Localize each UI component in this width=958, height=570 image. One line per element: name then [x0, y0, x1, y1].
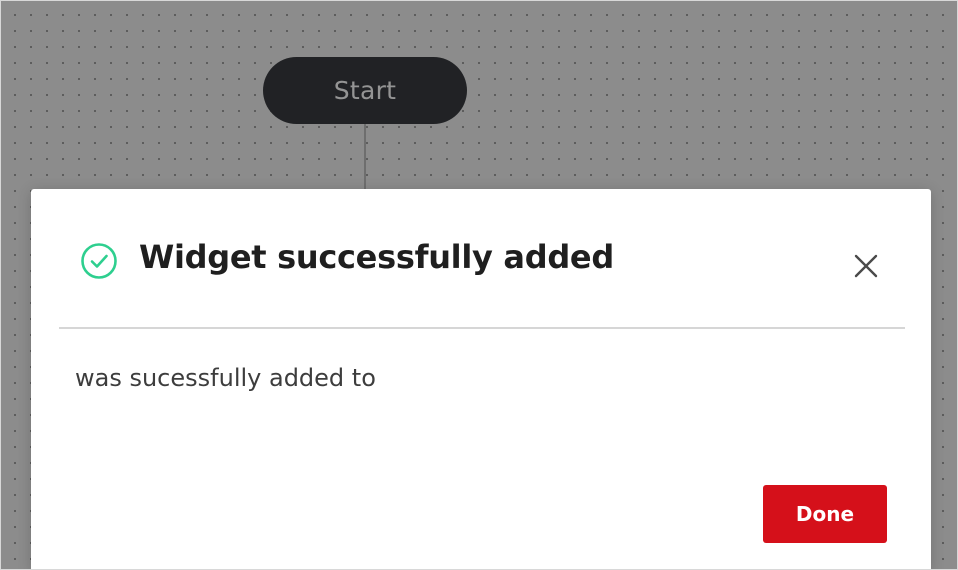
dialog-header: Widget successfully added — [31, 189, 931, 328]
workflow-editor: Start Widget successfully added was suce… — [0, 0, 958, 570]
check-circle-icon — [80, 242, 118, 280]
dialog-title: Widget successfully added — [139, 238, 614, 276]
dialog-message: was sucessfully added to — [75, 364, 376, 392]
close-button[interactable] — [849, 251, 883, 285]
done-button[interactable]: Done — [763, 485, 887, 543]
dialog-divider — [59, 327, 905, 329]
success-dialog: Widget successfully added was sucessfull… — [31, 189, 931, 569]
close-icon — [853, 253, 879, 283]
